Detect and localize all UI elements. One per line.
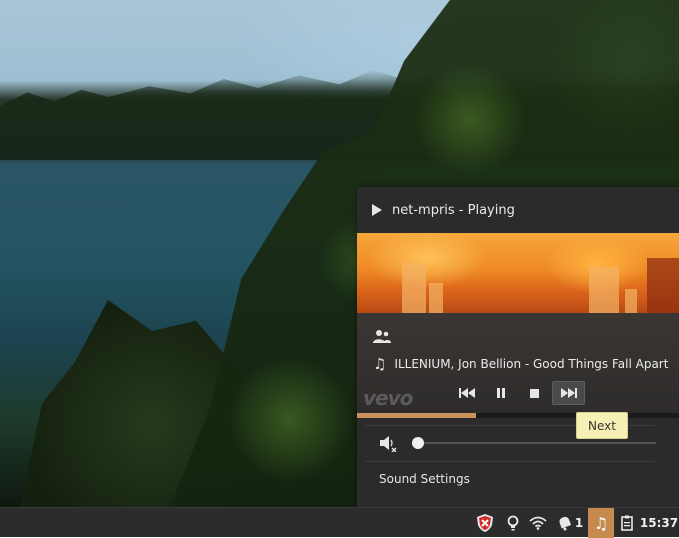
pause-icon [496,388,505,398]
lightbulb-icon [507,515,519,531]
next-tooltip: Next [576,412,628,439]
album-art-building [429,283,443,313]
previous-button[interactable] [450,381,483,405]
artist-icon [373,330,391,343]
track-title: ILLENIUM, Jon Bellion - Good Things Fall… [394,357,673,371]
notification-bell-icon [559,516,571,531]
taskbar: 1 ♫ 15:37 [0,507,679,538]
sound-settings-item[interactable]: Sound Settings [379,472,470,486]
playback-controls [450,381,586,405]
stop-icon [530,388,539,398]
album-art [357,233,679,313]
player-title: net-mpris - Playing [392,202,515,218]
volume-slider-handle[interactable] [412,437,424,449]
volume-slider-track[interactable] [419,442,656,444]
album-art-building [625,289,637,313]
pause-button[interactable] [484,381,517,405]
play-status-icon [372,204,382,216]
tray-sound[interactable]: ♫ [588,508,614,538]
album-art-building [589,267,619,313]
album-art-figure [647,258,679,313]
stop-button[interactable] [518,381,551,405]
clock[interactable]: 15:37 [639,508,679,538]
skip-next-icon [560,388,577,398]
tray-clipboard[interactable] [617,508,637,538]
player-header: net-mpris - Playing [357,187,679,233]
tray-network[interactable] [527,508,549,538]
album-art-building [402,263,426,313]
shield-error-icon [477,514,493,532]
vevo-watermark: vevo [363,386,413,410]
track-progress-bar[interactable] [357,413,679,418]
track-progress-fill [357,413,477,418]
clipboard-icon [621,515,633,531]
music-note-icon: ♫ [373,355,387,373]
tray-notifications[interactable]: 1 [553,508,587,538]
divider [365,461,655,462]
skip-previous-icon [458,388,475,398]
notification-count: 1 [574,516,584,530]
volume-muted-icon[interactable] [379,434,397,452]
music-note-icon: ♫ [593,513,609,533]
media-player-popup: net-mpris - Playing ♫ ILLENIUM, Jon Bell… [357,187,679,507]
next-button[interactable] [552,381,585,405]
tray-shield[interactable] [472,508,498,538]
tray-redshift[interactable] [503,508,523,538]
wifi-icon [529,516,547,530]
clock-time: 15:37 [639,516,679,530]
track-row: ♫ ILLENIUM, Jon Bellion - Good Things Fa… [373,355,673,373]
